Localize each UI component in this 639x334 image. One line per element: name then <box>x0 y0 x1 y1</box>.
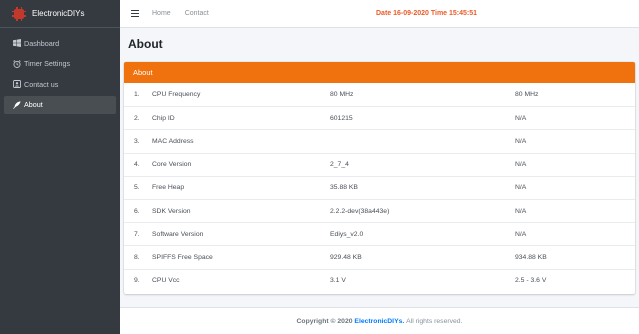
row-name: Core Version <box>152 161 192 169</box>
row-value: 35.88 KB <box>330 184 358 192</box>
row-index: 2. <box>134 114 140 122</box>
row-name: Free Heap <box>152 184 185 192</box>
row-value: 80 MHz <box>330 91 354 99</box>
row-index: 5. <box>134 184 140 192</box>
row-other: 934.88 KB <box>515 253 547 261</box>
table-row: 9. CPU Vcc 3.1 V 2.5 - 3.6 V <box>124 268 635 292</box>
sidebar-item-label: Dashboard <box>24 38 60 48</box>
row-name: Chip ID <box>152 114 175 122</box>
sidebar-item-label: Timer Settings <box>24 59 71 68</box>
sidebar: ElectronicDIYs Dashboard Timer Settings … <box>0 0 120 334</box>
sidebar-item-label: About <box>24 100 43 109</box>
table-row: 1. CPU Frequency 80 MHz 80 MHz <box>124 83 635 106</box>
row-name: CPU Frequency <box>152 91 201 99</box>
row-index: 8. <box>134 253 140 261</box>
row-other: N/A <box>515 230 527 238</box>
table-row: 3. MAC Address N/A <box>124 129 635 152</box>
sidebar-item-about[interactable]: About <box>4 95 116 114</box>
about-table: 1. CPU Frequency 80 MHz 80 MHz 2. Chip I… <box>124 83 635 292</box>
row-index: 1. <box>134 91 140 99</box>
sidebar-item-timer-settings[interactable]: Timer Settings <box>4 55 116 73</box>
row-index: 7. <box>134 230 140 238</box>
footer-link[interactable]: ElectronicDIYs. <box>354 318 404 325</box>
sidebar-item-label: Contact us <box>24 79 59 89</box>
nav-link-home[interactable]: Home <box>152 10 171 17</box>
table-row: 2. Chip ID 601215 N/A <box>124 106 635 129</box>
brand-name: ElectronicDIYs <box>32 9 85 18</box>
row-other: N/A <box>515 114 527 122</box>
row-name: SDK Version <box>152 207 191 215</box>
sidebar-item-dashboard[interactable]: Dashboard <box>4 34 116 52</box>
page-title: About <box>128 37 163 51</box>
row-name: MAC Address <box>152 137 194 145</box>
row-index: 6. <box>134 207 140 215</box>
table-row: 8. SPIFFS Free Space 929.48 KB 934.88 KB <box>124 245 635 268</box>
about-card: About 1. CPU Frequency 80 MHz 80 MHz 2. … <box>124 62 635 294</box>
hamburger-menu-icon[interactable] <box>131 10 139 17</box>
card-header: About <box>124 62 635 83</box>
row-value: 2.2.2-dev(38a443e) <box>330 207 390 215</box>
chip-logo-icon <box>12 6 26 21</box>
feather-icon <box>12 100 22 110</box>
row-name: CPU Vcc <box>152 277 180 285</box>
footer-copyright: Copyright © 2020 <box>296 317 353 325</box>
sidebar-item-contact-us[interactable]: Contact us <box>4 75 116 93</box>
row-value: Ediys_v2.0 <box>330 230 364 238</box>
row-index: 3. <box>134 137 140 145</box>
datetime-display: Date 16-09-2020 Time 15:45:51 <box>376 10 478 17</box>
row-other: N/A <box>515 137 527 145</box>
row-other: N/A <box>515 184 527 192</box>
footer: Copyright © 2020 ElectronicDIYs. All rig… <box>120 307 639 334</box>
brand[interactable]: ElectronicDIYs <box>0 0 120 28</box>
row-name: Software Version <box>152 230 204 238</box>
row-other: N/A <box>515 161 527 169</box>
row-other: N/A <box>515 207 527 215</box>
nav-link-contact[interactable]: Contact <box>185 10 209 17</box>
user-icon <box>12 79 22 89</box>
table-row: 6. SDK Version 2.2.2-dev(38a443e) N/A <box>124 198 635 222</box>
sidebar-nav: Dashboard Timer Settings Contact us Abou… <box>0 28 120 122</box>
topbar: Home Contact Date 16-09-2020 Time 15:45:… <box>120 0 639 28</box>
row-name: SPIFFS Free Space <box>152 253 213 261</box>
row-value: 601215 <box>330 114 353 122</box>
row-other: 80 MHz <box>515 91 539 99</box>
row-value: 2_7_4 <box>330 161 349 169</box>
table-row: 5. Free Heap 35.88 KB N/A <box>124 175 635 199</box>
clock-icon <box>12 59 22 69</box>
table-row: 7. Software Version Ediys_v2.0 N/A <box>124 222 635 245</box>
row-index: 4. <box>134 161 140 169</box>
windows-icon <box>12 38 22 48</box>
row-index: 9. <box>134 277 140 285</box>
row-value: 3.1 V <box>330 277 346 285</box>
row-value: 929.48 KB <box>330 253 362 261</box>
row-other: 2.5 - 3.6 V <box>515 277 547 285</box>
footer-rights: All rights reserved. <box>406 317 463 325</box>
table-row: 4. Core Version 2_7_4 N/A <box>124 152 635 176</box>
